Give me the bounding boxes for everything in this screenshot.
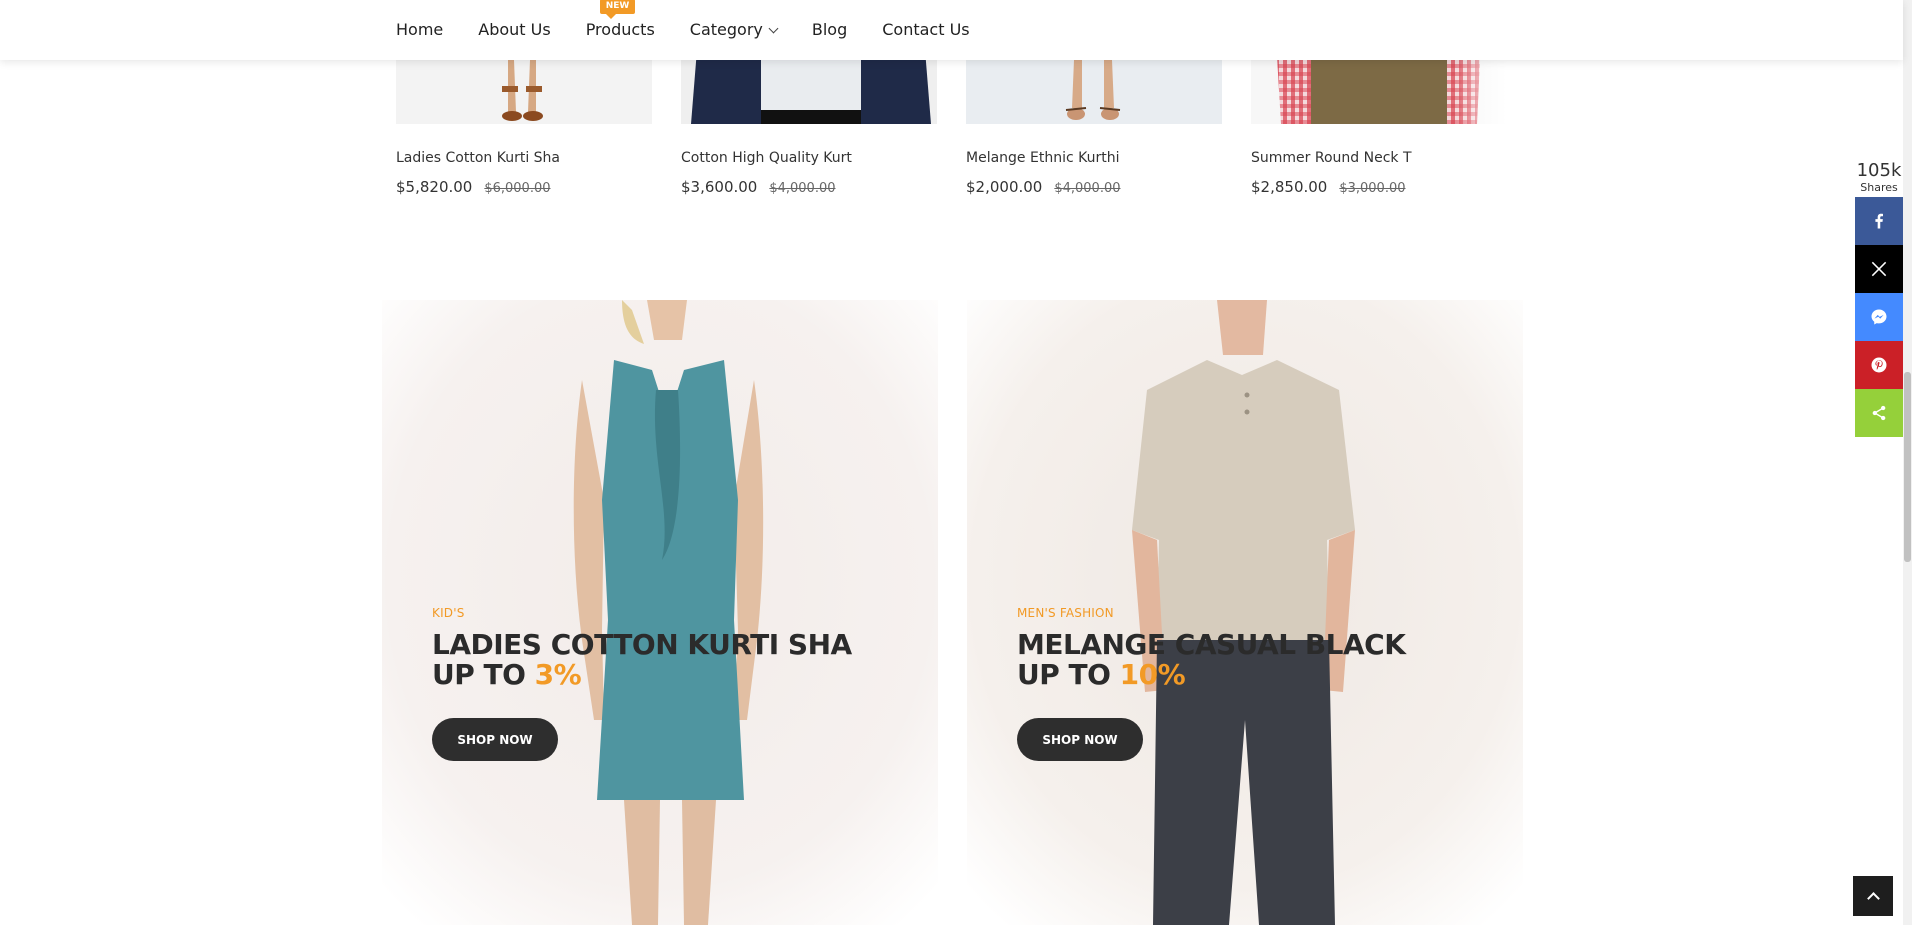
product-old-price: $4,000.00 [1054, 181, 1121, 196]
scrollbar-thumb[interactable] [1904, 372, 1911, 562]
share-count: 105k [1856, 160, 1902, 181]
shop-now-button[interactable]: SHOP NOW [1017, 718, 1143, 761]
discount-percent: 3% [534, 658, 582, 691]
x-icon [1871, 261, 1887, 277]
chevron-down-icon [768, 23, 779, 34]
product-old-price: $6,000.00 [484, 181, 551, 196]
product-name[interactable]: Ladies Cotton Kurti Sha [396, 150, 560, 166]
banner-category: KID'S [432, 606, 465, 620]
more-share-button[interactable] [1855, 389, 1903, 437]
product-name[interactable]: Cotton High Quality Kurt [681, 150, 852, 166]
product-price: $2,850.00 [1251, 178, 1328, 196]
discount-percent: 10% [1119, 658, 1186, 691]
nav-blog[interactable]: Blog [812, 20, 847, 40]
messenger-icon [1871, 309, 1887, 325]
nav-products[interactable]: NEW Products [586, 0, 655, 40]
product-price: $5,820.00 [396, 178, 473, 196]
facebook-icon [1875, 213, 1883, 229]
nav-contact-us[interactable]: Contact Us [882, 20, 969, 40]
product-old-price: $4,000.00 [769, 181, 836, 196]
site-header: Home About Us NEW Products Category Blog… [0, 0, 1903, 60]
nav-home[interactable]: Home [396, 20, 443, 40]
product-price: $2,000.00 [966, 178, 1043, 196]
promo-banner-mens[interactable]: MEN'S FASHION MELANGE CASUAL BLACK UP TO… [967, 300, 1523, 925]
main-nav: Home About Us NEW Products Category Blog… [396, 0, 1005, 60]
product-prices: $2,850.00 $3,000.00 [1251, 178, 1406, 196]
facebook-share-button[interactable] [1855, 197, 1903, 245]
share-label: Shares [1860, 181, 1898, 194]
nav-about-us[interactable]: About Us [478, 20, 550, 40]
product-name[interactable]: Summer Round Neck T [1251, 150, 1412, 166]
nav-category[interactable]: Category [690, 20, 779, 40]
product-prices: $2,000.00 $4,000.00 [966, 178, 1121, 196]
promo-banner-kids[interactable]: KID'S LADIES COTTON KURTI SHA UP TO 3% S… [382, 300, 938, 925]
product-name[interactable]: Melange Ethnic Kurthi [966, 150, 1119, 166]
x-share-button[interactable] [1855, 245, 1903, 293]
banner-category: MEN'S FASHION [1017, 606, 1114, 620]
new-badge: NEW [599, 0, 636, 19]
product-prices: $3,600.00 $4,000.00 [681, 178, 836, 196]
banner-title: LADIES COTTON KURTI SHA UP TO 3% [432, 628, 852, 691]
share-counter: 105k Shares [1855, 160, 1903, 194]
banner-title: MELANGE CASUAL BLACK UP TO 10% [1017, 628, 1406, 691]
product-old-price: $3,000.00 [1339, 181, 1406, 196]
banner-image [382, 300, 938, 925]
pinterest-share-button[interactable] [1855, 341, 1903, 389]
messenger-share-button[interactable] [1855, 293, 1903, 341]
chevron-up-icon [1866, 892, 1880, 905]
shop-now-button[interactable]: SHOP NOW [432, 718, 558, 761]
share-icon [1872, 405, 1886, 421]
product-price: $3,600.00 [681, 178, 758, 196]
back-to-top-button[interactable] [1853, 876, 1893, 916]
product-prices: $5,820.00 $6,000.00 [396, 178, 551, 196]
pinterest-icon [1871, 357, 1887, 373]
